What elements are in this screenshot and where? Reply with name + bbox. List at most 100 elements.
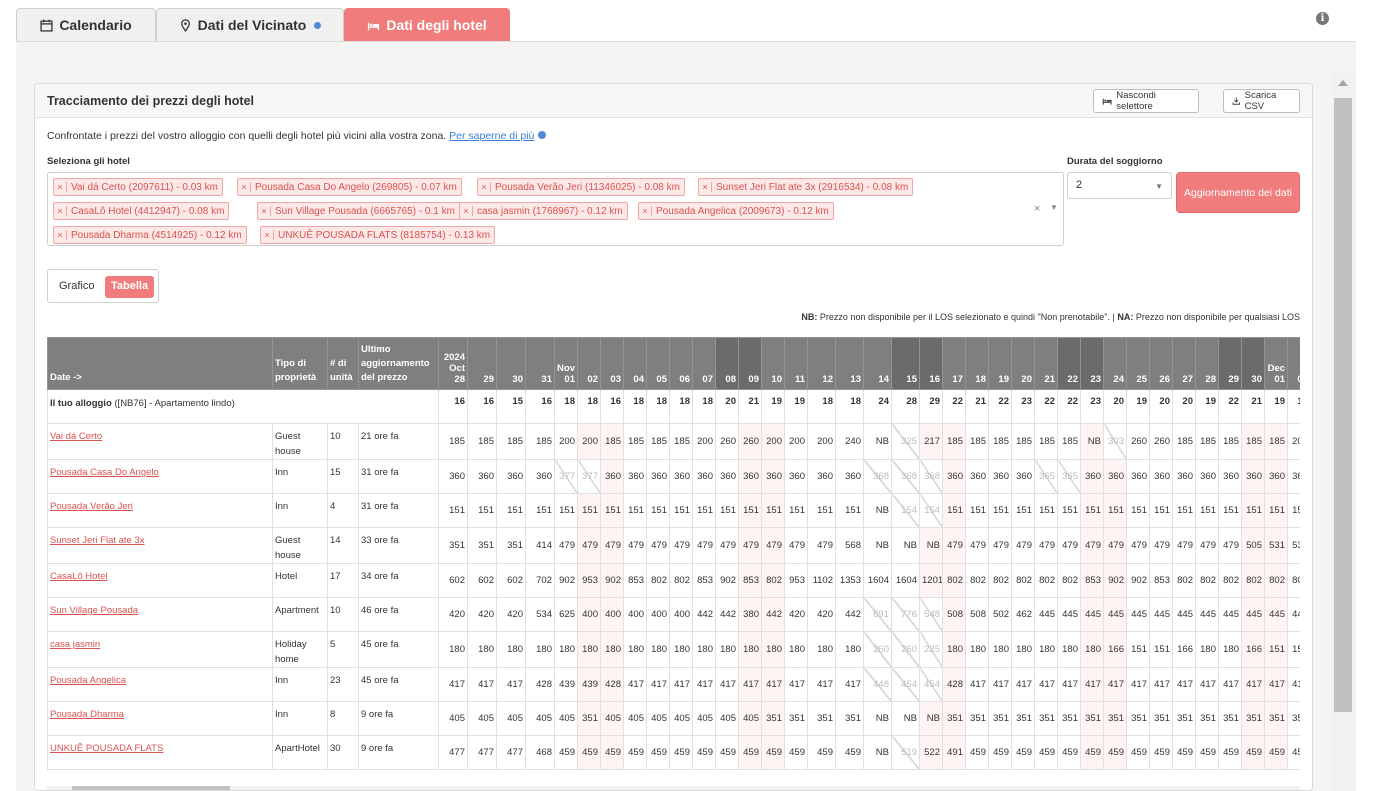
price-cell: 365 — [1057, 459, 1081, 494]
hotel-chip[interactable]: × Sunset Jeri Flat ate 3x (2916534) - 0.0… — [698, 178, 914, 196]
hotel-chip[interactable]: × Pousada Angelica (2009673) - 0.12 km — [638, 202, 834, 220]
price-cell: 185 — [1057, 423, 1081, 460]
download-csv-button[interactable]: Scarica CSV — [1223, 89, 1300, 113]
price-cell: 802 — [1241, 563, 1265, 598]
remove-chip-icon[interactable]: × — [54, 206, 67, 216]
price-cell: 360 — [692, 459, 716, 494]
view-chart-option[interactable]: Grafico — [59, 280, 94, 292]
tab-dati-vicinato[interactable]: Dati del Vicinato — [156, 8, 344, 41]
learn-more-link[interactable]: Per saperne di più — [449, 130, 534, 142]
hotel-chip[interactable]: × UNKUÊ POUSADA FLATS (8185754) - 0.13 km — [260, 226, 496, 244]
own-price-cell: 18 — [692, 389, 716, 424]
scrollbar-thumb[interactable] — [1334, 98, 1352, 712]
own-price-cell: 19 — [784, 389, 808, 424]
price-table-wrapper[interactable]: Date -> Tipo di proprietà # di unità Ult… — [47, 337, 1300, 773]
price-cell: 479 — [738, 527, 762, 564]
price-cell: 417 — [669, 667, 693, 702]
hotel-name-link[interactable]: Pousada Angelica — [50, 675, 126, 686]
info-icon[interactable] — [538, 131, 547, 139]
header-date-cell: 10 — [761, 337, 785, 390]
price-cell: 417 — [1034, 667, 1058, 702]
hotel-chip[interactable]: × casa jasmin (1768967) - 0.12 km — [459, 202, 628, 220]
hotel-chip[interactable]: × Sun Village Pousada (6665765) - 0.1 km — [257, 202, 460, 220]
remove-chip-icon[interactable]: × — [54, 182, 67, 192]
price-cell: 459 — [669, 735, 693, 770]
header-date-cell: 11 — [784, 337, 808, 390]
hotel-name-link[interactable]: Pousada Dharma — [50, 709, 124, 720]
price-cell: 151 — [1287, 493, 1300, 528]
map-pin-icon — [180, 18, 190, 32]
price-cell: 151 — [1011, 493, 1035, 528]
scroll-up-arrow-icon[interactable] — [1338, 80, 1348, 86]
remove-chip-icon[interactable]: × — [261, 230, 274, 240]
remove-chip-icon[interactable]: × — [238, 182, 251, 192]
vertical-scrollbar[interactable] — [1332, 72, 1354, 791]
remove-chip-icon[interactable]: × — [258, 206, 271, 216]
price-cell: 405 — [738, 701, 762, 736]
price-cell: 260 — [1149, 423, 1173, 460]
price-cell: 420 — [807, 597, 836, 632]
header-date-cell: 13 — [835, 337, 864, 390]
hotel-name-link[interactable]: CasaLô Hotel — [50, 571, 108, 582]
price-cell: 360 — [942, 459, 966, 494]
own-price-cell: 22 — [1057, 389, 1081, 424]
price-cell: 180 — [761, 631, 785, 668]
update-data-button[interactable]: Aggiornamento dei dati — [1176, 172, 1300, 213]
hotel-multiselect[interactable]: × Vai dá Certo (2097611) - 0.03 km × Pousad… — [47, 172, 1064, 246]
price-cell: 351 — [467, 527, 497, 564]
scrollbar-thumb[interactable] — [72, 786, 230, 790]
hotel-name-link[interactable]: Vai dá Certo — [50, 431, 102, 442]
own-price-cell: 18 — [623, 389, 647, 424]
remove-chip-icon[interactable]: × — [639, 206, 652, 216]
hotel-chip[interactable]: × CasaLô Hotel (4412947) - 0.08 km — [53, 202, 230, 220]
tab-calendario[interactable]: Calendario — [16, 8, 156, 41]
hotel-name-link[interactable]: UNKUÊ POUSADA FLATS — [50, 743, 163, 754]
price-cell: 1604 — [891, 563, 920, 598]
price-cell: 505 — [1241, 527, 1265, 564]
remove-chip-icon[interactable]: × — [699, 182, 712, 192]
view-table-option[interactable]: Tabella — [105, 276, 155, 298]
remove-chip-icon[interactable]: × — [54, 230, 67, 240]
price-cell: 240 — [835, 423, 864, 460]
header-date-cell: 05 — [646, 337, 670, 390]
price-cell: 151 — [646, 493, 670, 528]
date-day: 27 — [1182, 374, 1193, 385]
price-cell: 417 — [1126, 667, 1150, 702]
chevron-down-icon[interactable]: ▼ — [1050, 203, 1058, 212]
card-title: Tracciamento dei prezzi degli hotel — [47, 94, 254, 108]
table-row: Pousada Angelica Inn 23 45 ore fa 417 417 417 4… — [47, 667, 1300, 702]
clear-selection-icon[interactable]: × — [1034, 203, 1040, 215]
tab-dati-hotel[interactable]: Dati degli hotel — [344, 8, 510, 41]
horizontal-scrollbar[interactable] — [47, 786, 1300, 790]
price-cell: 445 — [1287, 597, 1300, 632]
info-icon[interactable] — [314, 21, 322, 29]
price-table: Date -> Tipo di proprietà # di unità Ult… — [47, 337, 1300, 770]
hotel-chip[interactable]: × Pousada Dharma (4514925) - 0.12 km — [53, 226, 247, 244]
price-cell: 185 — [1241, 423, 1265, 460]
stay-duration-select[interactable]: 2 ▼ — [1067, 172, 1172, 199]
hotel-name-link[interactable]: casa jasmin — [50, 639, 100, 650]
hotel-chip[interactable]: × Pousada Casa Do Angelo (269805) - 0.07 … — [237, 178, 462, 196]
own-price-cell: 18 — [577, 389, 601, 424]
hotel-select-label: Seleziona gli hotel — [47, 156, 130, 167]
price-cell: 351 — [1149, 701, 1173, 736]
price-cell: 360 — [1103, 459, 1127, 494]
price-cell: 802 — [1287, 563, 1300, 598]
help-info-icon[interactable]: i — [1316, 12, 1329, 25]
hotel-name-link[interactable]: Pousada Casa Do Angelo — [50, 467, 159, 478]
own-price-cell: 23 — [1080, 389, 1104, 424]
price-cell: 602 — [467, 563, 497, 598]
hotel-name-link[interactable]: Sun Village Pousada — [50, 605, 138, 616]
price-cell: 459 — [692, 735, 716, 770]
price-cell: 508 — [965, 597, 989, 632]
hotel-chip[interactable]: × Pousada Verão Jeri (11346025) - 0.08 km — [477, 178, 685, 196]
hotel-name-link[interactable]: Sunset Jeri Flat ate 3x — [50, 535, 145, 546]
date-day: 18 — [975, 374, 986, 385]
hotel-chip[interactable]: × Vai dá Certo (2097611) - 0.03 km — [53, 178, 223, 196]
price-cell: 1604 — [863, 563, 892, 598]
remove-chip-icon[interactable]: × — [478, 182, 491, 192]
hide-selector-button[interactable]: Nascondi selettore — [1093, 89, 1199, 113]
hotel-name-link[interactable]: Pousada Verão Jeri — [50, 501, 133, 512]
remove-chip-icon[interactable]: × — [460, 206, 473, 216]
price-cell: 802 — [1057, 563, 1081, 598]
